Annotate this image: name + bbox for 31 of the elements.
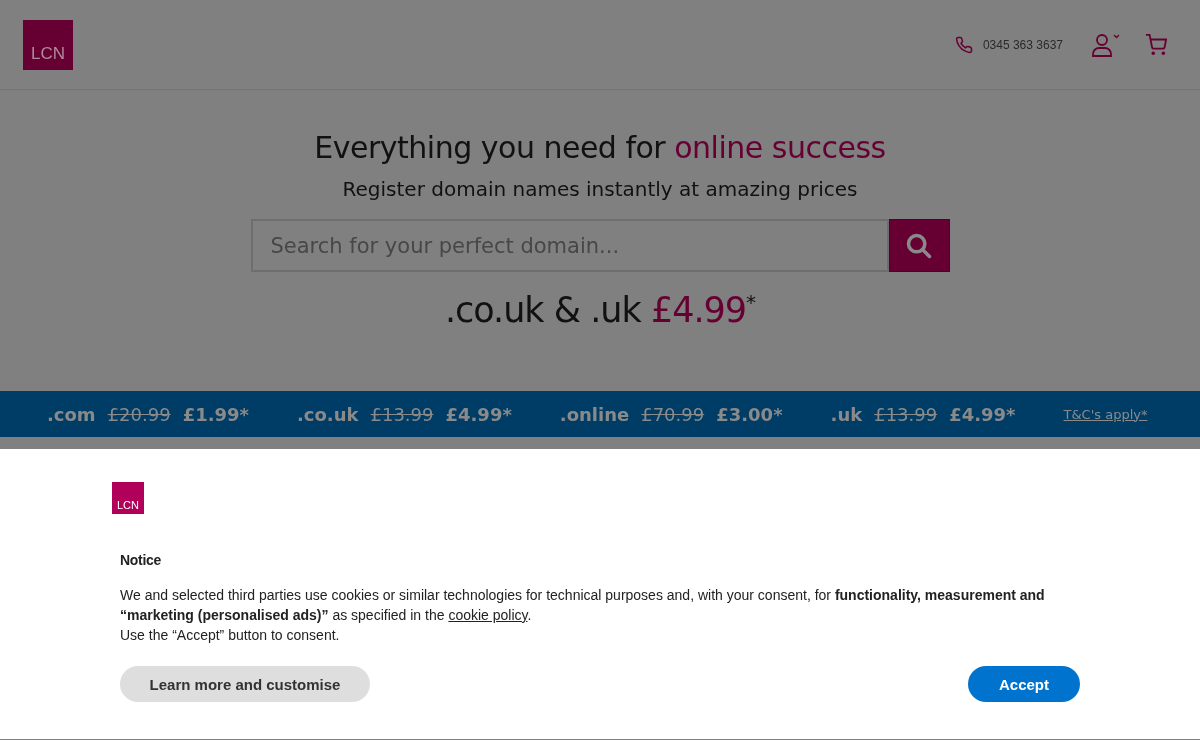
domain-extension: .co.uk [297,403,359,425]
domain-search-field[interactable]: Search for your perfect domain... [250,219,889,272]
phone-number[interactable]: 0345 363 3637 [982,37,1063,52]
old-price: £13.99 [874,403,938,425]
logo: LCN [112,482,144,514]
cart-icon[interactable] [1145,33,1167,56]
domain-extension: .com [47,403,96,425]
old-price: £70.99 [641,403,705,425]
notice-title: Notice [120,552,162,568]
notice-text: We and selected third parties use cookies or similar technologies for technical purposes and, with your consent, for functionality, measurement and “marketing (personalised ads)” as specified in the cookie policy. [120,586,1046,625]
phone-icon[interactable] [954,35,973,54]
cookie-policy-link[interactable]: cookie policy [448,607,528,623]
offer-text: .co.uk & .uk £4.99$^{*}$ [444,290,756,330]
search-icon [905,231,933,260]
sale-price: £3.00* [716,403,783,425]
consent-hint: Use the “Accept” button to consent. [120,626,341,645]
domain-extension: .uk [830,403,863,425]
old-price: £13.99 [370,403,434,425]
sale-price: £4.99* [445,403,512,425]
headline: Everything you need for online success [314,130,886,165]
sale-price: £4.99* [949,403,1016,425]
search-button[interactable] [888,219,950,272]
logo[interactable]: LCN [23,19,73,70]
terms-link[interactable]: T&C's apply* [1063,406,1148,422]
accept-button[interactable]: Accept [968,666,1080,702]
customise-button[interactable]: Learn more and customise [120,666,370,702]
domain-extension: .online [559,403,630,425]
subheadline: Register domain names instantly at amazing prices [342,177,858,201]
old-price: £20.99 [107,403,171,425]
user-icon[interactable] [1091,31,1121,58]
sale-price: £1.99* [182,403,249,425]
